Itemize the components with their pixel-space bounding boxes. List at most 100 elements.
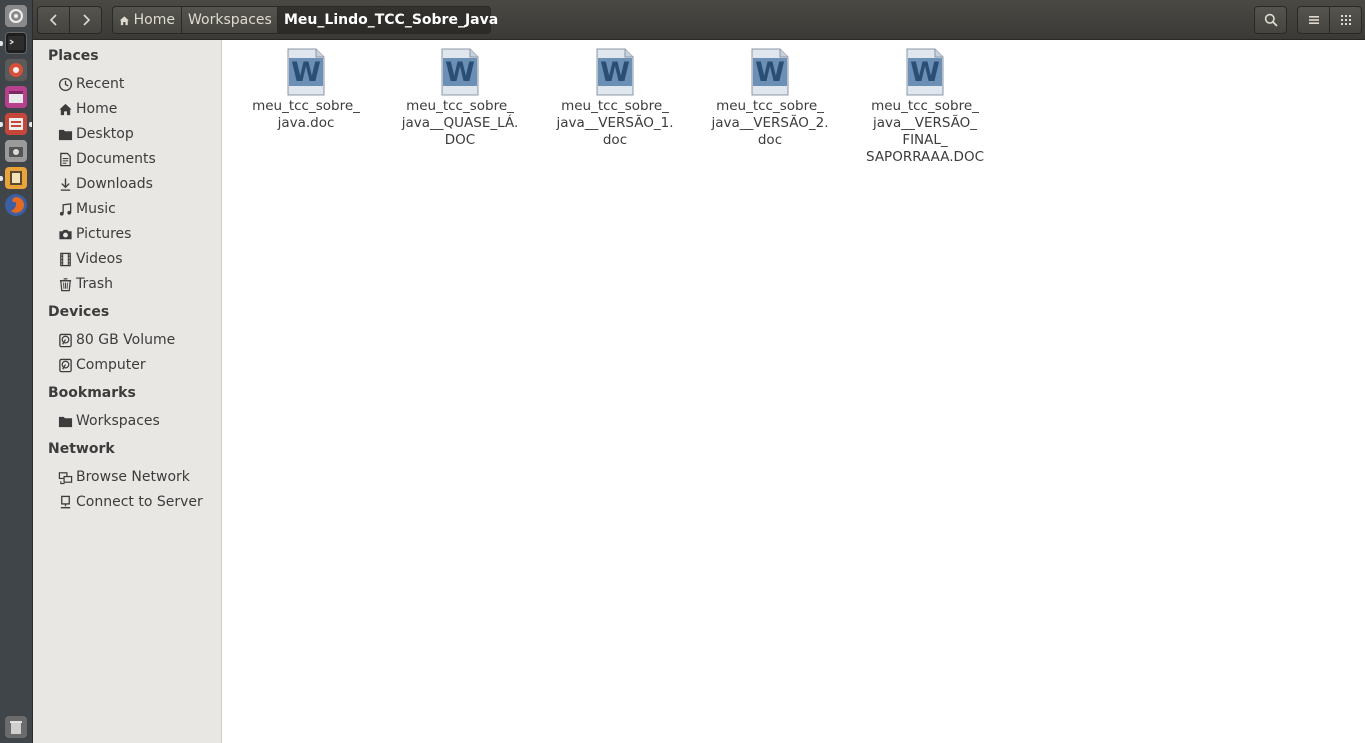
grid-icon <box>1340 15 1351 25</box>
list-view-button[interactable] <box>1297 6 1330 34</box>
media-player-icon[interactable] <box>5 86 27 108</box>
running-indicator <box>0 41 3 46</box>
grid-view-button[interactable] <box>1329 6 1362 34</box>
home-icon <box>119 15 129 25</box>
terminal-icon[interactable] <box>5 32 27 54</box>
forward-button[interactable] <box>69 6 102 34</box>
settings-wheel-icon[interactable] <box>5 59 27 81</box>
breadcrumb-label: Workspaces <box>188 12 272 28</box>
sidebar-item-label: Browse Network <box>76 469 190 485</box>
file-name: meu_tcc_sobre_ java__VERSÃO_2. doc <box>711 98 829 148</box>
menu-icon <box>1308 16 1319 24</box>
word-document-icon: W <box>287 48 325 96</box>
trash-icon <box>57 276 73 292</box>
sidebar-item-label: 80 GB Volume <box>76 332 176 348</box>
file-name: meu_tcc_sobre_ java__QUASE_LÁ. DOC <box>401 98 519 148</box>
breadcrumb-home[interactable]: Home <box>112 6 182 34</box>
places-sidebar: Places Recent Home Desktop Documents Dow… <box>33 40 222 743</box>
sidebar-item-home[interactable]: Home <box>57 98 117 120</box>
sidebar-item-80gb-volume[interactable]: 80 GB Volume <box>57 329 175 351</box>
home-icon <box>57 101 73 117</box>
drive-icon <box>57 357 73 373</box>
sidebar-item-browse-network[interactable]: Browse Network <box>57 466 190 488</box>
camera-icon <box>57 226 73 242</box>
word-document-icon: W <box>596 48 634 96</box>
word-document-icon: W <box>441 48 479 96</box>
sidebar-item-documents[interactable]: Documents <box>57 148 156 170</box>
svg-text:W: W <box>291 57 321 88</box>
music-icon <box>57 201 73 217</box>
ubuntu-dash-icon[interactable] <box>5 5 27 27</box>
file-manager-icon[interactable] <box>5 113 27 135</box>
sidebar-item-workspaces[interactable]: Workspaces <box>57 410 160 432</box>
back-button[interactable] <box>37 6 70 34</box>
search-button[interactable] <box>1254 6 1287 34</box>
screenshot-icon[interactable] <box>5 140 27 162</box>
file-item[interactable]: W meu_tcc_sobre_ java__QUASE_LÁ. DOC <box>385 48 535 149</box>
section-header-devices: Devices <box>48 304 110 320</box>
svg-text:W: W <box>600 57 630 88</box>
breadcrumb-label: Home <box>133 12 175 28</box>
file-item[interactable]: W meu_tcc_sobre_ java__VERSÃO_2. doc <box>695 48 845 149</box>
sidebar-item-label: Computer <box>76 357 146 373</box>
running-indicator <box>0 176 3 181</box>
folder-icon <box>57 126 73 142</box>
sidebar-item-label: Desktop <box>76 126 134 142</box>
text-editor-icon[interactable] <box>5 167 27 189</box>
word-document-icon: W <box>906 48 944 96</box>
file-view[interactable]: W meu_tcc_sobre_ java.doc W meu_tcc_sobre… <box>223 40 1365 743</box>
sidebar-item-desktop[interactable]: Desktop <box>57 123 134 145</box>
file-item[interactable]: W meu_tcc_sobre_ java.doc <box>231 48 381 132</box>
header-bar: Home Workspaces Meu_Lindo_TCC_Sobre_Java <box>33 0 1365 40</box>
sidebar-item-label: Videos <box>76 251 123 267</box>
folder-icon <box>57 413 73 429</box>
running-indicator <box>0 122 3 127</box>
sidebar-item-trash[interactable]: Trash <box>57 273 113 295</box>
sidebar-item-connect-to-server[interactable]: Connect to Server <box>57 491 203 513</box>
breadcrumb-current-folder[interactable]: Meu_Lindo_TCC_Sobre_Java <box>277 6 498 34</box>
document-icon <box>57 151 73 167</box>
sidebar-item-label: Music <box>76 201 116 217</box>
word-document-icon: W <box>751 48 789 96</box>
section-header-places: Places <box>48 48 99 64</box>
svg-text:W: W <box>445 57 475 88</box>
file-item[interactable]: W meu_tcc_sobre_ java__VERSÃO_1. doc <box>540 48 690 149</box>
network-icon <box>57 469 73 485</box>
unity-launcher <box>0 0 33 743</box>
sidebar-item-label: Trash <box>76 276 113 292</box>
sidebar-item-videos[interactable]: Videos <box>57 248 123 270</box>
search-icon <box>1264 13 1278 27</box>
sidebar-item-downloads[interactable]: Downloads <box>57 173 153 195</box>
trash-icon[interactable] <box>5 716 27 738</box>
firefox-icon[interactable] <box>5 194 27 216</box>
drive-icon <box>57 332 73 348</box>
section-header-bookmarks: Bookmarks <box>48 385 136 401</box>
svg-text:W: W <box>910 57 940 88</box>
breadcrumb-workspaces[interactable]: Workspaces <box>181 6 278 34</box>
sidebar-item-computer[interactable]: Computer <box>57 354 146 376</box>
svg-text:W: W <box>755 57 785 88</box>
sidebar-item-label: Workspaces <box>76 413 160 429</box>
download-icon <box>57 176 73 192</box>
file-item[interactable]: W meu_tcc_sobre_ java__VERSÃO_ FINAL_ SAPOR… <box>850 48 1000 166</box>
file-name: meu_tcc_sobre_ java__VERSÃO_ FINAL_ SAPORRA… <box>866 98 984 165</box>
sidebar-item-label: Home <box>76 101 118 117</box>
sidebar-item-label: Connect to Server <box>76 494 203 510</box>
chevron-left-icon <box>49 14 57 26</box>
server-icon <box>57 494 73 510</box>
film-icon <box>57 251 73 267</box>
clock-icon <box>57 76 73 92</box>
sidebar-item-pictures[interactable]: Pictures <box>57 223 131 245</box>
file-name: meu_tcc_sobre_ java.doc <box>252 98 360 131</box>
file-name: meu_tcc_sobre_ java__VERSÃO_1. doc <box>556 98 674 148</box>
sidebar-item-label: Downloads <box>76 176 153 192</box>
sidebar-item-music[interactable]: Music <box>57 198 116 220</box>
sidebar-item-label: Documents <box>76 151 156 167</box>
chevron-right-icon <box>82 14 90 26</box>
sidebar-item-label: Pictures <box>76 226 132 242</box>
focused-indicator <box>29 122 32 127</box>
section-header-network: Network <box>48 441 115 457</box>
sidebar-item-recent[interactable]: Recent <box>57 73 124 95</box>
sidebar-item-label: Recent <box>76 76 125 92</box>
breadcrumb-label: Meu_Lindo_TCC_Sobre_Java <box>284 12 499 28</box>
